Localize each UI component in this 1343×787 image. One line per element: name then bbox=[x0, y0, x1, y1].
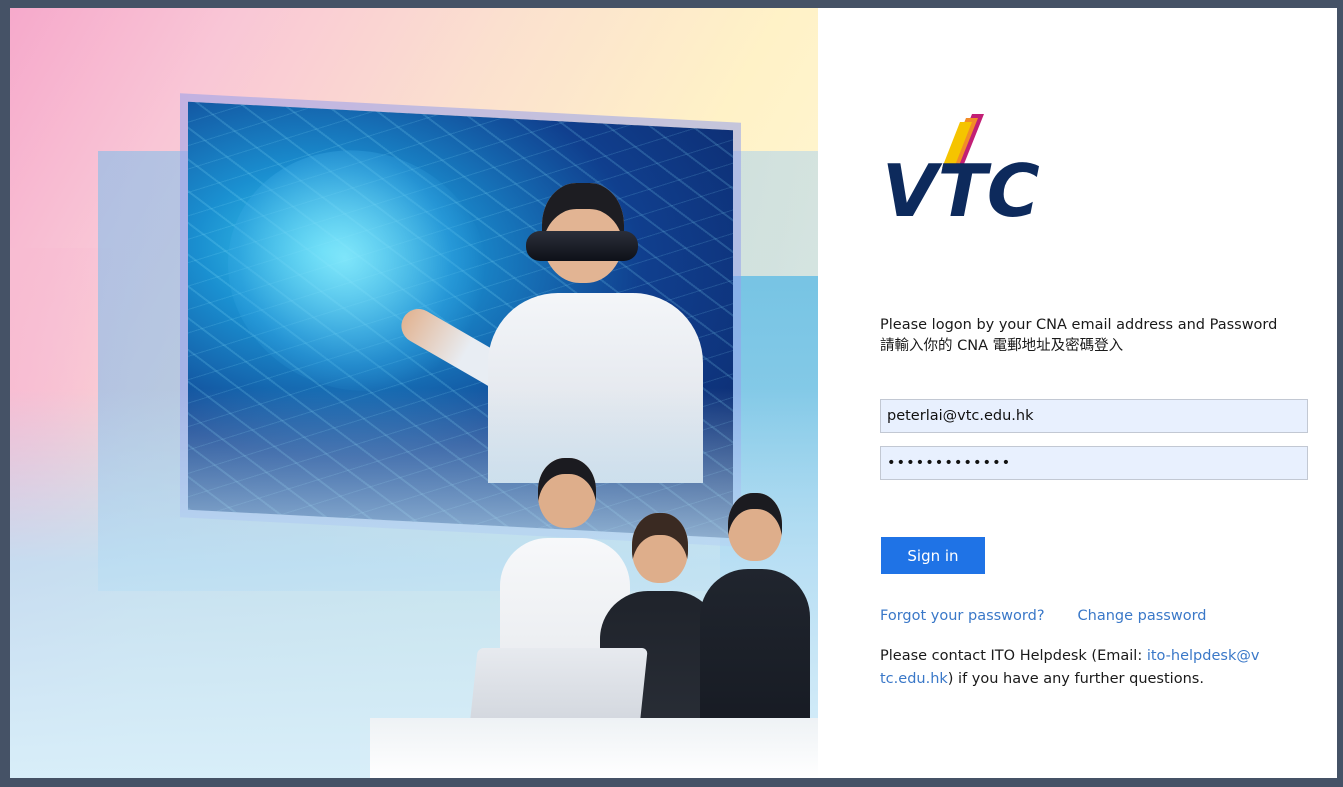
login-instructions: Please logon by your CNA email address a… bbox=[880, 315, 1330, 357]
help-prefix: Please contact ITO Helpdesk (Email: bbox=[880, 648, 1147, 664]
login-panel: VTC Please logon by your CNA email addre… bbox=[818, 8, 1337, 778]
forgot-password-link[interactable]: Forgot your password? bbox=[880, 608, 1045, 624]
sign-in-button[interactable]: Sign in bbox=[881, 537, 985, 574]
student-middle-head bbox=[632, 513, 688, 583]
hero-illustration bbox=[10, 8, 818, 778]
vtc-logo-text: VTC bbox=[882, 149, 1040, 222]
account-links: Forgot your password? Change password bbox=[880, 608, 1207, 624]
vr-headset bbox=[526, 231, 638, 261]
change-password-link[interactable]: Change password bbox=[1078, 608, 1207, 624]
password-input[interactable] bbox=[880, 446, 1308, 480]
email-input[interactable] bbox=[880, 399, 1308, 433]
helpdesk-note: Please contact ITO Helpdesk (Email: ito-… bbox=[880, 645, 1260, 691]
instructions-english: Please logon by your CNA email address a… bbox=[880, 317, 1278, 333]
help-suffix: ) if you have any further questions. bbox=[947, 671, 1204, 687]
login-window: VTC Please logon by your CNA email addre… bbox=[10, 8, 1337, 778]
vtc-logo: VTC bbox=[882, 114, 1040, 222]
desk bbox=[370, 718, 818, 778]
student-right-head bbox=[728, 493, 782, 561]
student-left-head bbox=[538, 458, 596, 528]
instructions-chinese: 請輸入你的 CNA 電郵地址及密碼登入 bbox=[880, 338, 1124, 354]
